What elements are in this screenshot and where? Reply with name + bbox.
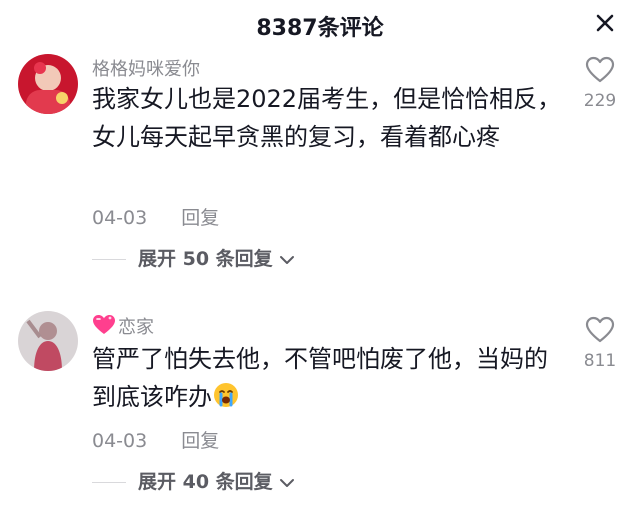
reply-button[interactable]: 回复 [181, 430, 219, 452]
divider-line [92, 482, 126, 483]
expand-replies-button[interactable]: 展开 40 条回复 [92, 467, 295, 494]
comment-item: 恋家 管严了怕失去他，不管吧怕废了他，当妈的到底该咋办 04-03 回复 811 … [0, 0, 640, 510]
avatar-image [18, 311, 78, 371]
comment-username[interactable]: 恋家 [92, 313, 154, 341]
comments-sheet: 8387条评论 格格妈咪爱你 我家女儿也是2022届考生，但是恰恰相反，女儿每天… [0, 0, 640, 510]
crying-face-icon [212, 381, 240, 420]
heart-badge-icon [92, 314, 116, 341]
expand-replies-label: 展开 40 条回复 [138, 471, 273, 493]
comment-date: 04-03 [92, 430, 148, 452]
comment-username-label: 恋家 [118, 317, 154, 338]
like-count: 811 [583, 351, 617, 371]
avatar[interactable] [18, 311, 78, 371]
chevron-down-icon [279, 472, 295, 494]
comment-text-body: 管严了怕失去他，不管吧怕废了他，当妈的到底该咋办 [92, 345, 548, 411]
heart-outline-icon [585, 316, 615, 343]
comment-meta: 04-03 回复 [92, 426, 219, 453]
like-button[interactable]: 811 [580, 316, 620, 371]
comment-text: 管严了怕失去他，不管吧怕废了他，当妈的到底该咋办 [92, 340, 562, 420]
